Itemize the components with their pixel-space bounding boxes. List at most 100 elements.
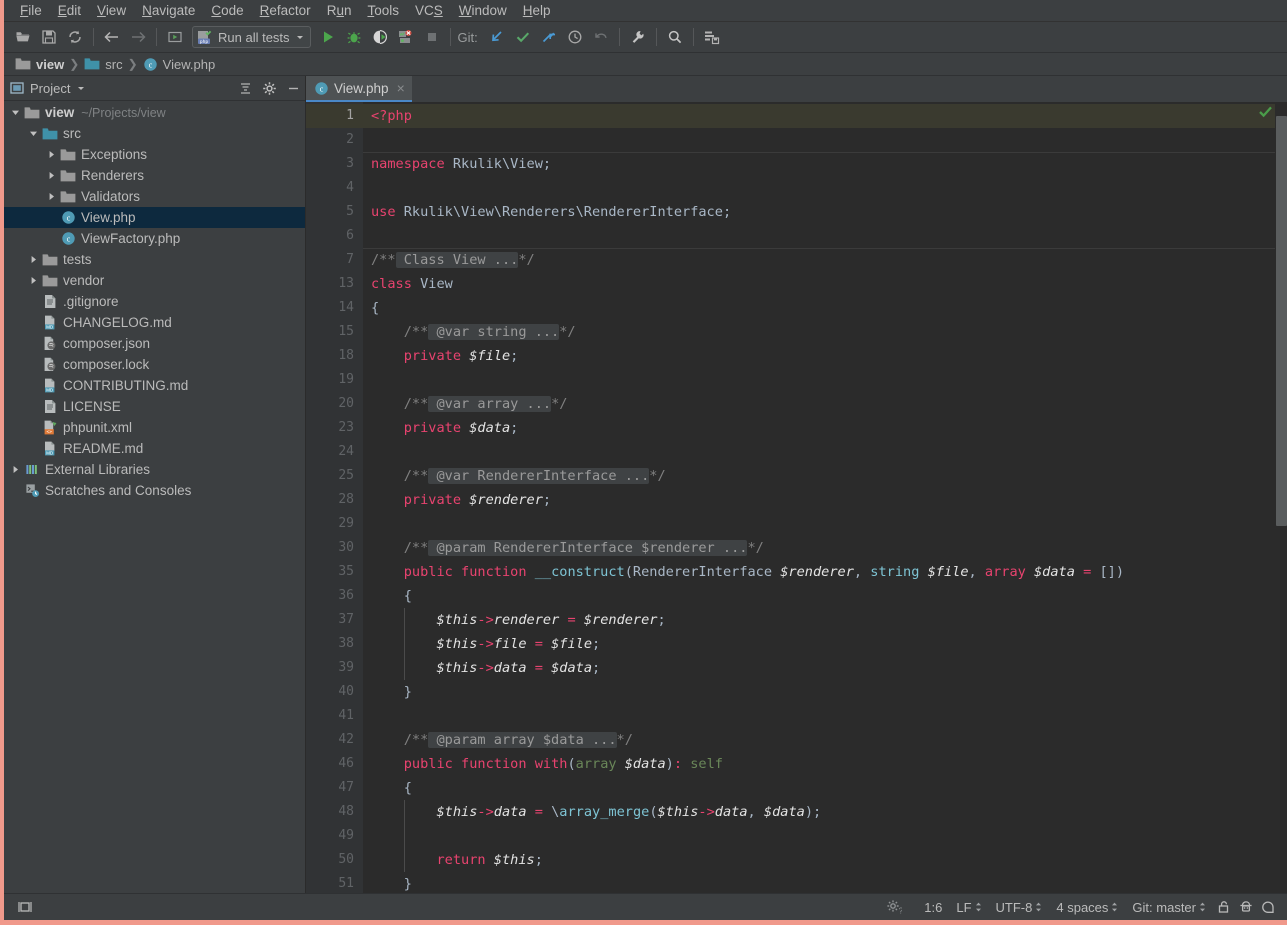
collapse-all-icon[interactable] [233, 77, 257, 99]
line-number[interactable]: 23 [306, 416, 363, 440]
menu-item-code[interactable]: Code [203, 0, 251, 22]
chevron-down-icon[interactable] [76, 83, 86, 93]
code-line[interactable]: private $data; [363, 416, 1275, 440]
code-line[interactable]: private $file; [363, 344, 1275, 368]
line-number[interactable]: 13 [306, 272, 363, 296]
menu-item-refactor[interactable]: Refactor [252, 0, 319, 22]
indent-size[interactable]: 4 spaces [1049, 900, 1125, 915]
tree-node-license[interactable]: LICENSE [4, 396, 305, 417]
tree-expand-arrow[interactable] [44, 192, 58, 201]
code-line[interactable] [363, 224, 1275, 248]
editor-scrollbar-thumb[interactable] [1276, 116, 1287, 526]
code-line[interactable] [363, 128, 1275, 152]
tree-expand-arrow[interactable] [8, 465, 22, 474]
tree-expand-arrow[interactable] [26, 255, 40, 264]
code-line[interactable]: /** @param RendererInterface $renderer .… [363, 536, 1275, 560]
line-number[interactable]: 50 [306, 848, 363, 872]
code-line[interactable]: public function __construct(RendererInte… [363, 560, 1275, 584]
code-line[interactable]: return $this; [363, 848, 1275, 872]
tree-node-viewfactory-php[interactable]: c ViewFactory.php [4, 228, 305, 249]
line-number[interactable]: 42 [306, 728, 363, 752]
line-number[interactable]: 20 [306, 392, 363, 416]
tree-expand-arrow[interactable] [44, 150, 58, 159]
chevron-updown-icon[interactable] [1111, 902, 1118, 912]
code-line[interactable]: { [363, 776, 1275, 800]
breadcrumb-item-src[interactable]: src [81, 57, 125, 72]
tree-node-exceptions[interactable]: Exceptions [4, 144, 305, 165]
code-line[interactable]: } [363, 872, 1275, 893]
run-with-coverage-icon[interactable] [367, 24, 393, 50]
back-icon[interactable] [99, 24, 125, 50]
profile-icon[interactable] [393, 24, 419, 50]
line-number[interactable]: 48 [306, 800, 363, 824]
menu-item-navigate[interactable]: Navigate [134, 0, 203, 22]
menu-item-edit[interactable]: Edit [50, 0, 89, 22]
tree-node-changelog-md[interactable]: MD CHANGELOG.md [4, 312, 305, 333]
code-line[interactable]: class View [363, 272, 1275, 296]
code-line[interactable] [363, 512, 1275, 536]
tree-expand-arrow[interactable] [26, 276, 40, 285]
code-line[interactable] [363, 440, 1275, 464]
git-branch[interactable]: Git: master [1125, 900, 1213, 915]
line-number[interactable]: 4 [306, 176, 363, 200]
code-line[interactable] [363, 824, 1275, 848]
line-number-gutter[interactable]: 1 2 3 4 5 6 7 13 14 15 18 19 20 23 24 25 28 29 30 35 36 37 38 3… [306, 102, 363, 893]
notifications-icon[interactable] [1257, 899, 1279, 915]
sync-icon[interactable] [62, 24, 88, 50]
code-line[interactable]: /** @param array $data ...*/ [363, 728, 1275, 752]
code-line[interactable]: $this->data = \array_merge($this->data, … [363, 800, 1275, 824]
line-number[interactable]: 14 [306, 296, 363, 320]
lock-icon[interactable] [1213, 899, 1235, 915]
tree-node-composer-lock[interactable]: composer.lock [4, 354, 305, 375]
run-context-icon[interactable] [162, 24, 188, 50]
caret-position[interactable]: 1:6 [917, 900, 949, 915]
tree-node-vendor[interactable]: vendor [4, 270, 305, 291]
line-number[interactable]: 1 [306, 104, 363, 128]
code-line[interactable]: $this->data = $data; [363, 656, 1275, 680]
hide-icon[interactable] [281, 77, 305, 99]
tree-node-tests[interactable]: tests [4, 249, 305, 270]
line-number[interactable]: 28 [306, 488, 363, 512]
line-number[interactable]: 35 [306, 560, 363, 584]
tree-expand-arrow[interactable] [8, 108, 22, 117]
file-encoding[interactable]: UTF-8 [989, 900, 1050, 915]
line-number[interactable]: 30 [306, 536, 363, 560]
save-all-icon[interactable] [36, 24, 62, 50]
gear-icon[interactable] [257, 77, 281, 99]
tree-node-validators[interactable]: Validators [4, 186, 305, 207]
tree-node-phpunit-xml[interactable]: <> phpunit.xml [4, 417, 305, 438]
line-number[interactable]: 18 [306, 344, 363, 368]
run-configuration-selector[interactable]: php Run all tests [192, 26, 311, 48]
inspection-gear-icon[interactable]: ? [883, 899, 905, 915]
menu-item-vcs[interactable]: VCS [407, 0, 451, 22]
update-project-icon[interactable] [484, 24, 510, 50]
code-line[interactable]: { [363, 296, 1275, 320]
code-line[interactable]: $this->renderer = $renderer; [363, 608, 1275, 632]
debug-icon[interactable] [341, 24, 367, 50]
close-icon[interactable]: × [397, 80, 405, 96]
line-number[interactable]: 19 [306, 368, 363, 392]
line-number[interactable]: 46 [306, 752, 363, 776]
chevron-updown-icon[interactable] [1199, 902, 1206, 912]
breadcrumb-item-view[interactable]: view [12, 57, 67, 72]
line-separator[interactable]: LF [949, 900, 988, 915]
code-line[interactable]: /** @var RendererInterface ...*/ [363, 464, 1275, 488]
tree-node-renderers[interactable]: Renderers [4, 165, 305, 186]
run-icon[interactable] [315, 24, 341, 50]
tree-node-scratches-and-consoles[interactable]: Scratches and Consoles [4, 480, 305, 501]
editor-tab-view-php[interactable]: c View.php × [306, 76, 412, 102]
menu-item-run[interactable]: Run [319, 0, 360, 22]
line-number[interactable]: 2 [306, 128, 363, 152]
menu-item-view[interactable]: View [89, 0, 134, 22]
code-line[interactable]: { [363, 584, 1275, 608]
line-number[interactable]: 7 [306, 248, 363, 272]
menu-item-window[interactable]: Window [451, 0, 515, 22]
history-icon[interactable] [562, 24, 588, 50]
code-line[interactable]: } [363, 680, 1275, 704]
code-line[interactable] [363, 704, 1275, 728]
menu-item-tools[interactable]: Tools [359, 0, 407, 22]
menu-item-help[interactable]: Help [515, 0, 559, 22]
code-line[interactable]: /** @var string ...*/ [363, 320, 1275, 344]
wrench-icon[interactable] [625, 24, 651, 50]
error-stripe-marker-bar[interactable] [1275, 102, 1287, 893]
